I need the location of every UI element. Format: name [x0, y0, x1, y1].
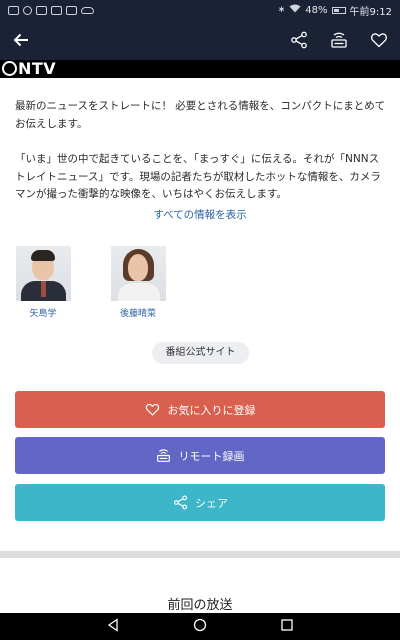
ntv-logo-mark: [2, 61, 17, 76]
message-icon: [36, 5, 47, 15]
remote-record-icon: [156, 448, 172, 464]
caster-name: 矢島学: [29, 309, 57, 319]
notification-icons: [8, 5, 94, 15]
program-description: 最新のニュースをストレートに！ 必要とされる情報を、コンパクトにまとめてお伝えし…: [15, 98, 387, 204]
heart-icon: [145, 402, 161, 418]
share-icon: [172, 495, 188, 511]
bluetooth-icon: ∗: [277, 5, 286, 15]
app-bar-actions: [288, 29, 390, 51]
system-indicators: ∗ 48% 午前9:12: [278, 3, 392, 18]
caster-photo: [15, 246, 71, 301]
store-icon: [51, 5, 62, 15]
remote-record-button[interactable]: リモート録画: [15, 437, 385, 474]
caster-photo: [110, 246, 166, 301]
ntv-logo: NTV: [2, 60, 56, 78]
image-icon: [8, 5, 19, 15]
favorite-button-label: お気に入りに登録: [167, 403, 256, 417]
description-paragraph-1: 最新のニュースをストレートに！ 必要とされる情報を、コンパクトにまとめてお伝えし…: [15, 100, 386, 130]
clock: 午前9:12: [349, 6, 392, 18]
official-site-button[interactable]: 番組公式サイト: [152, 342, 249, 364]
remote-record-icon[interactable]: [328, 29, 350, 51]
remote-record-button-label: リモート録画: [178, 449, 245, 463]
ntv-logo-text: NTV: [18, 59, 57, 78]
battery-percent: 48%: [305, 4, 328, 16]
program-detail-screen: ∗ 48% 午前9:12 NTV 最新のニュースをストレートに！ 必要とされる情…: [0, 0, 400, 640]
recents-square-icon[interactable]: [280, 617, 294, 636]
previous-broadcast-heading: 前回の放送: [167, 598, 233, 613]
arrow-left-icon[interactable]: [10, 29, 32, 51]
home-circle-icon[interactable]: [193, 617, 207, 636]
caster-card[interactable]: 矢島学: [13, 246, 73, 319]
share-icon[interactable]: [288, 29, 310, 51]
app-icon: [66, 5, 77, 15]
wifi-icon: [289, 4, 301, 16]
app-bar: [0, 20, 400, 60]
share-button[interactable]: シェア: [15, 484, 385, 521]
section-divider: [0, 551, 400, 558]
caster-card[interactable]: 後藤晴菜: [108, 246, 168, 319]
cloud-icon: [81, 6, 94, 14]
shield-icon: [23, 5, 32, 15]
status-bar: ∗ 48% 午前9:12: [0, 0, 400, 20]
share-button-label: シェア: [195, 496, 228, 510]
caster-name: 後藤晴菜: [119, 309, 156, 319]
channel-banner: NTV: [0, 60, 400, 78]
description-paragraph-2: 「いま」世の中で起きていることを、「まっすぐ」に伝える。それが「NNNストレイト…: [15, 153, 381, 200]
show-all-info-link[interactable]: すべての情報を表示: [0, 207, 400, 222]
back-triangle-icon[interactable]: [106, 617, 120, 636]
heart-icon[interactable]: [368, 29, 390, 51]
system-navigation-bar: [0, 613, 400, 640]
favorite-button[interactable]: お気に入りに登録: [15, 391, 385, 428]
battery-icon: [331, 6, 346, 14]
